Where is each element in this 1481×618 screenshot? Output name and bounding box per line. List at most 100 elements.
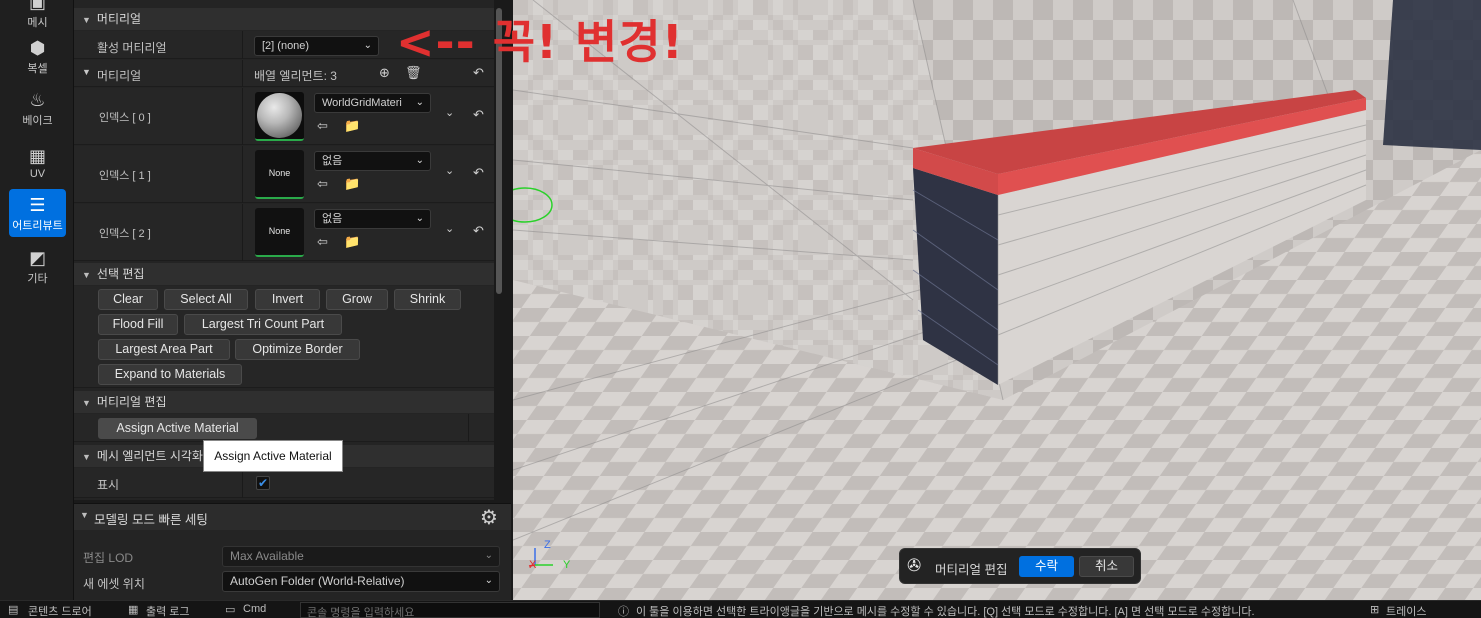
console-placeholder: 콘솔 명령을 입력하세요	[307, 607, 415, 618]
select-all-button[interactable]: Select All	[164, 289, 248, 310]
collapse-arrow-icon: ▼	[82, 398, 91, 408]
reset-icon[interactable]: ↶	[473, 107, 484, 123]
column-divider	[242, 146, 243, 203]
viewport-scene	[513, 0, 1481, 600]
reset-icon[interactable]: ↶	[473, 165, 484, 181]
collapse-arrow-icon: ▼	[82, 15, 91, 25]
material-index-label: 인덱스 [ 1 ]	[99, 170, 151, 182]
new-asset-location-value: AutoGen Folder (World-Relative)	[230, 574, 405, 588]
tool-label: 기타	[27, 273, 48, 285]
tool-voxel[interactable]: ⬢ 복셀	[9, 32, 66, 80]
collapse-arrow-icon: ▼	[82, 270, 91, 280]
optimize-border-button[interactable]: Optimize Border	[235, 339, 360, 360]
cancel-button[interactable]: 취소	[1079, 556, 1134, 577]
tool-attributes[interactable]: ☰ 어트리뷰트	[9, 189, 66, 237]
tooltip: Assign Active Material	[203, 440, 343, 472]
mode-toolbar: ▣ 메시 ⬢ 복셀 ♨ 베이크 ▦ UV ☰ 어트리뷰트 ◩ 기타	[0, 0, 74, 600]
material-slot-dropdown[interactable]: WorldGridMateri ⌄	[314, 93, 431, 113]
attributes-icon: ☰	[29, 195, 46, 215]
use-selected-asset-icon[interactable]: ⇦	[317, 234, 328, 250]
browse-asset-icon[interactable]: 📁	[344, 234, 360, 250]
cmd-label[interactable]: Cmd	[243, 603, 289, 615]
collapse-arrow-icon: ▼	[80, 510, 89, 520]
accept-button[interactable]: 수락	[1019, 556, 1074, 577]
tool-misc[interactable]: ◩ 기타	[9, 242, 66, 290]
chevron-down-icon: ⌄	[415, 97, 424, 108]
tool-accept-bar: ✇ 머티리얼 편집 수락 취소	[899, 548, 1141, 584]
tool-label: 어트리뷰트	[12, 220, 63, 232]
column-divider	[242, 468, 243, 498]
browse-asset-icon[interactable]: 📁	[344, 118, 360, 134]
active-material-dropdown[interactable]: [2] (none) ⌄	[254, 36, 379, 56]
column-divider	[242, 204, 243, 261]
tool-mesh[interactable]: ▣ 메시	[9, 0, 66, 34]
material-slot-dropdown[interactable]: 없음 ⌄	[314, 209, 431, 229]
largest-tri-count-part-button[interactable]: Largest Tri Count Part	[184, 314, 342, 335]
mesh-icon: ▣	[28, 0, 46, 12]
reset-icon[interactable]: ↶	[473, 223, 484, 239]
flood-fill-button[interactable]: Flood Fill	[98, 314, 178, 335]
edit-lod-dropdown[interactable]: Max Available ⌄	[222, 546, 500, 567]
show-label: 표시	[97, 478, 120, 492]
console-input[interactable]: 콘솔 명령을 입력하세요	[300, 602, 600, 618]
active-material-label: 활성 머티리얼	[97, 41, 167, 55]
expand-chevron-icon[interactable]: ⌄	[445, 222, 454, 235]
show-checkbox[interactable]: ✔	[256, 476, 270, 490]
modeling-quick-settings: ▼ 모델링 모드 빠른 세팅 ⚙ 편집 LOD Max Available ⌄ …	[74, 503, 511, 600]
collapse-arrow-icon: ▼	[82, 452, 91, 462]
material-preview-sphere	[257, 93, 302, 138]
add-element-icon[interactable]: ⊕	[379, 65, 390, 81]
material-slot-dropdown[interactable]: 없음 ⌄	[314, 151, 431, 171]
info-icon: ⓘ	[618, 606, 629, 618]
output-log-icon[interactable]: ▦	[128, 603, 138, 616]
content-drawer-icon[interactable]: ▤	[8, 603, 18, 616]
voxel-icon: ⬢	[29, 38, 46, 58]
clear-button[interactable]: Clear	[98, 289, 158, 310]
content-drawer-button[interactable]: 콘텐츠 드로어	[28, 603, 112, 618]
tool-label: 복셀	[27, 63, 48, 75]
invert-button[interactable]: Invert	[255, 289, 320, 310]
use-selected-asset-icon[interactable]: ⇦	[317, 118, 328, 134]
tool-uv[interactable]: ▦ UV	[9, 136, 66, 184]
section-title: 메시 엘리먼트 시각화	[96, 449, 203, 463]
grow-button[interactable]: Grow	[326, 289, 388, 310]
level-viewport[interactable]: Z X Y	[513, 0, 1481, 600]
material-thumbnail[interactable]	[255, 92, 304, 141]
section-title: 머티리얼 편집	[96, 395, 167, 409]
material-slot-value: 없음	[322, 213, 343, 225]
quick-settings-header[interactable]: ▼ 모델링 모드 빠른 세팅 ⚙	[74, 504, 511, 530]
shrink-button[interactable]: Shrink	[394, 289, 461, 310]
trace-label[interactable]: 트레이스	[1386, 603, 1462, 618]
edit-lod-label: 편집 LOD	[83, 551, 134, 565]
tool-label: UV	[29, 168, 46, 180]
material-edit-section-header[interactable]: ▼ 머티리얼 편집	[74, 391, 494, 413]
material-thumbnail[interactable]: None	[255, 150, 304, 199]
bake-icon: ♨	[29, 90, 46, 110]
collapse-arrow-icon[interactable]: ▼	[82, 67, 91, 77]
gear-icon[interactable]: ⚙	[480, 505, 498, 530]
chevron-down-icon: ⌄	[415, 155, 424, 166]
chevron-down-icon: ⌄	[415, 213, 424, 224]
selection-edit-section-header[interactable]: ▼ 선택 편집	[74, 263, 494, 285]
new-asset-location-dropdown[interactable]: AutoGen Folder (World-Relative) ⌄	[222, 571, 500, 592]
tool-bake[interactable]: ♨ 베이크	[9, 84, 66, 132]
expand-to-materials-button[interactable]: Expand to Materials	[98, 364, 242, 385]
use-selected-asset-icon[interactable]: ⇦	[317, 176, 328, 192]
status-bar: ▤ 콘텐츠 드로어 ▦ 출력 로그 ▭ Cmd 콘솔 명령을 입력하세요 ⓘ 이…	[0, 600, 1481, 618]
material-slot-value: WorldGridMateri	[322, 97, 402, 109]
dark-corner	[1383, 0, 1481, 150]
terminal-icon: ▭	[225, 604, 236, 616]
expand-chevron-icon[interactable]: ⌄	[445, 164, 454, 177]
chevron-down-icon: ⌄	[363, 40, 372, 51]
material-slot-row: 인덱스 [ 2 ] None 없음 ⌄ ⇦ 📁 ⌄ ↶	[74, 204, 494, 261]
output-log-button[interactable]: 출력 로그	[146, 603, 212, 618]
material-index-label: 인덱스 [ 2 ]	[99, 228, 151, 240]
largest-area-part-button[interactable]: Largest Area Part	[98, 339, 230, 360]
quick-settings-title: 모델링 모드 빠른 세팅	[94, 513, 208, 527]
material-thumbnail[interactable]: None	[255, 208, 304, 257]
uv-icon: ▦	[28, 146, 46, 166]
browse-asset-icon[interactable]: 📁	[344, 176, 360, 192]
material-slot-row: 인덱스 [ 1 ] None 없음 ⌄ ⇦ 📁 ⌄ ↶	[74, 146, 494, 203]
assign-active-material-button[interactable]: Assign Active Material	[98, 418, 257, 439]
expand-chevron-icon[interactable]: ⌄	[445, 106, 454, 119]
